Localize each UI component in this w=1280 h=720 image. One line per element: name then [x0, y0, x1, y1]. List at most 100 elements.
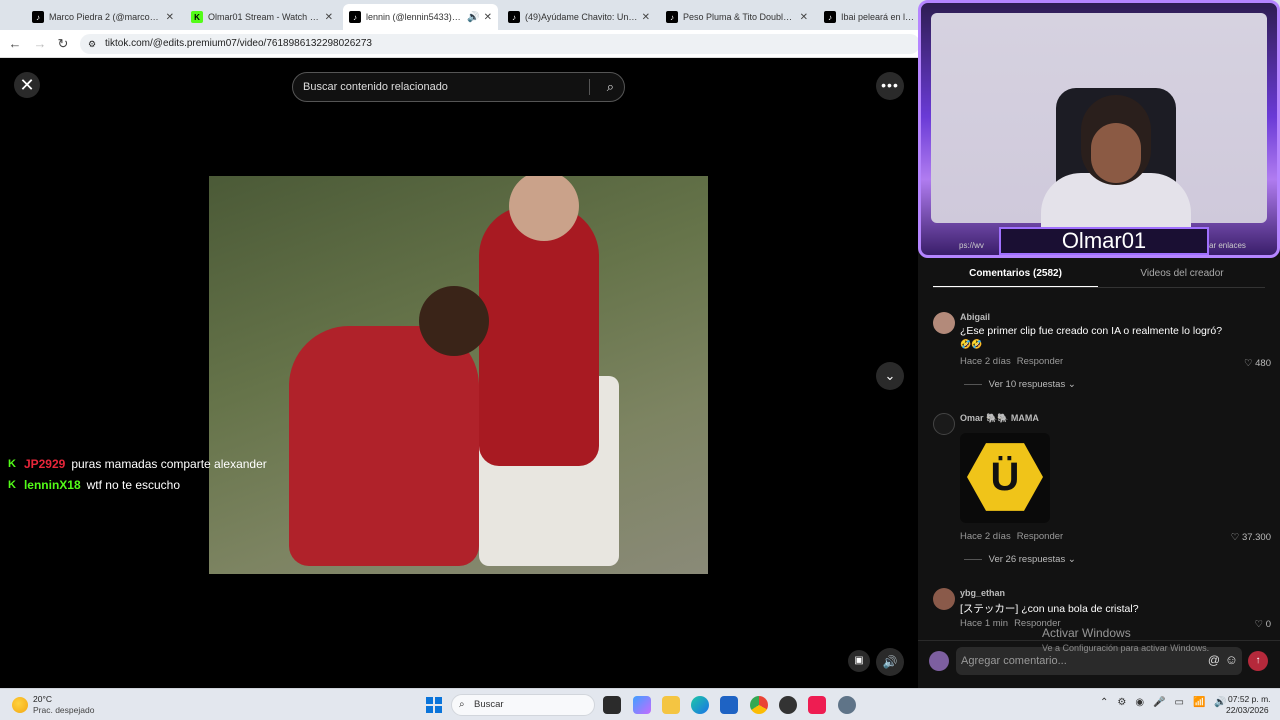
- browser-tab[interactable]: K Olmar01 Stream - Watch Live o ✕: [185, 4, 339, 30]
- comment-emojis: 🤣🤣: [960, 339, 983, 349]
- video-scene: [419, 286, 489, 356]
- comment-time: Hace 2 días: [960, 356, 1011, 367]
- reply-button[interactable]: Responder: [1017, 531, 1063, 542]
- chat-message: K JP2929 puras mamadas comparte alexande…: [8, 456, 267, 472]
- weather-temperature: 20°C: [33, 694, 52, 704]
- like-button[interactable]: ♡ 0: [1255, 619, 1271, 630]
- next-video-button[interactable]: ⌄: [876, 362, 904, 390]
- tiktok-icon: ♪: [32, 11, 44, 23]
- system-tray-icons[interactable]: ⌃⚙◉🎤▭📶🔊: [1100, 697, 1236, 708]
- forward-icon[interactable]: →: [31, 35, 49, 53]
- like-button[interactable]: ♡ 37.300: [1231, 532, 1271, 543]
- divider: [933, 287, 1265, 288]
- comment-meta: Hace 2 días Responder: [960, 356, 1063, 367]
- more-options-button[interactable]: •••: [876, 72, 904, 100]
- kick-icon: K: [8, 458, 16, 470]
- chat-text: puras mamadas comparte alexander: [71, 457, 267, 471]
- sticker-symbol: Ü: [990, 455, 1020, 499]
- webcam-overlay: ps://wv ar enlaces Olmar01: [918, 0, 1280, 258]
- tiktok-icon: ♪: [666, 11, 678, 23]
- video-scene: [479, 206, 599, 466]
- chat-text: wtf no te escucho: [86, 478, 181, 492]
- file-explorer-icon[interactable]: [662, 696, 680, 714]
- speaker-icon: 🔊: [467, 11, 480, 23]
- windows-start-icon[interactable]: [426, 697, 442, 713]
- chevron-down-icon: ⌄: [1067, 554, 1076, 565]
- comment-text: [ステッカー] ¿con una bola de cristal?: [960, 603, 1139, 615]
- webcam-scene: [1091, 123, 1141, 183]
- close-tab-icon[interactable]: ✕: [642, 12, 650, 23]
- edge-icon[interactable]: [691, 696, 709, 714]
- streamer-name: Olmar01: [999, 227, 1209, 255]
- browser-tab-active[interactable]: ♪ lennin (@lennin5433) | TikT 🔊 ✕: [343, 4, 498, 30]
- pip-icon[interactable]: ▣: [848, 650, 870, 672]
- comment-time: Hace 2 días: [960, 531, 1011, 542]
- webcam-video: [931, 13, 1267, 253]
- windows-activation-title: Activar Windows: [1042, 626, 1131, 640]
- avatar[interactable]: [933, 588, 955, 610]
- close-tab-icon[interactable]: ✕: [166, 12, 174, 23]
- weather-icon[interactable]: [12, 697, 28, 713]
- comment-item: Omar 🐘🐘 MAMA Ü Hace 2 días Responder ♡ 37…: [933, 413, 1273, 573]
- clock-time[interactable]: 07:52 p. m.: [1228, 694, 1271, 704]
- divider: [589, 79, 590, 95]
- task-view-icon[interactable]: [603, 696, 621, 714]
- comment-author[interactable]: Omar 🐘🐘 MAMA: [960, 413, 1039, 424]
- browser-tab[interactable]: ♪ Ibai peleará en la ve: [818, 4, 923, 30]
- browser-tab[interactable]: ♪ (49)Ayúdame Chavito: Un Mon ✕: [502, 4, 656, 30]
- taskbar: 20°C Prac. despejado ⌕ Buscar ⌃⚙◉🎤▭📶🔊 07…: [0, 688, 1280, 720]
- close-tab-icon[interactable]: ✕: [325, 12, 333, 23]
- settings-icon[interactable]: [838, 696, 856, 714]
- close-button[interactable]: ✕: [14, 72, 40, 98]
- video-player: ✕ Buscar contenido relacionado ⌕ ••• ⌄ ▣…: [0, 58, 918, 688]
- avatar[interactable]: [933, 312, 955, 334]
- avatar[interactable]: [933, 413, 955, 435]
- browser-tab[interactable]: ♪ Marco Piedra 2 (@marcopiedra ✕: [26, 4, 180, 30]
- tiktok-icon: ♪: [508, 11, 520, 23]
- comment-time: Hace 1 min: [960, 618, 1009, 629]
- comment-text: ¿Ese primer clip fue creado con IA o rea…: [960, 325, 1223, 337]
- close-tab-icon[interactable]: ✕: [800, 12, 808, 23]
- kick-icon: K: [8, 479, 16, 491]
- volume-icon[interactable]: 🔊: [876, 648, 904, 676]
- related-search-input[interactable]: Buscar contenido relacionado ⌕: [292, 72, 625, 102]
- reply-button[interactable]: Responder: [1017, 356, 1063, 367]
- taskbar-search[interactable]: ⌕ Buscar: [451, 694, 595, 716]
- avatar: [929, 651, 949, 671]
- view-replies-button[interactable]: Ver 26 respuestas ⌄: [964, 554, 1076, 565]
- video-content[interactable]: [209, 176, 708, 574]
- site-info-icon[interactable]: ⚙: [88, 34, 96, 54]
- heart-icon: ♡: [1254, 619, 1266, 630]
- close-tab-icon[interactable]: ✕: [484, 12, 492, 23]
- tab-comments[interactable]: Comentarios (2582): [933, 264, 1098, 288]
- back-icon[interactable]: ←: [6, 35, 24, 53]
- url-field[interactable]: ⚙ tiktok.com/@edits.premium07/video/7618…: [80, 34, 920, 54]
- browser-tab[interactable]: ♪ Peso Pluma & Tito Double P: S ✕: [660, 4, 814, 30]
- search-icon[interactable]: ⌕: [607, 73, 614, 101]
- chevron-down-icon: ⌄: [1067, 379, 1076, 390]
- panel-tabs: Comentarios (2582) Videos del creador: [933, 264, 1265, 288]
- heart-icon: ♡: [1230, 532, 1242, 543]
- chat-username: lenninX18: [23, 478, 81, 492]
- clock-date[interactable]: 22/03/2026: [1226, 705, 1269, 715]
- mention-icon[interactable]: @: [1208, 653, 1220, 667]
- tab-creator-videos[interactable]: Videos del creador: [1099, 264, 1265, 288]
- search-icon: ⌕: [459, 699, 465, 710]
- emoji-icon[interactable]: ☺: [1225, 652, 1238, 667]
- comment-meta: Hace 2 días Responder: [960, 531, 1063, 542]
- tiktok-icon[interactable]: [808, 696, 826, 714]
- send-button[interactable]: ↑: [1248, 651, 1268, 671]
- copilot-icon[interactable]: [633, 696, 651, 714]
- chrome-icon[interactable]: [750, 696, 768, 714]
- comment-author[interactable]: ybg_ethan: [960, 588, 1005, 598]
- windows-activation-subtitle: Ve a Configuración para activar Windows.: [1042, 643, 1210, 653]
- overlay-text: ar enlaces: [1209, 241, 1246, 250]
- reload-icon[interactable]: ↻: [54, 35, 72, 53]
- like-button[interactable]: ♡ 480: [1244, 358, 1271, 369]
- weather-description: Prac. despejado: [33, 705, 95, 715]
- comment-item: Abigail ¿Ese primer clip fue creado con …: [933, 312, 1273, 392]
- obs-icon[interactable]: [779, 696, 797, 714]
- view-replies-button[interactable]: Ver 10 respuestas ⌄: [964, 379, 1076, 390]
- store-icon[interactable]: [720, 696, 738, 714]
- comment-author[interactable]: Abigail: [960, 312, 990, 322]
